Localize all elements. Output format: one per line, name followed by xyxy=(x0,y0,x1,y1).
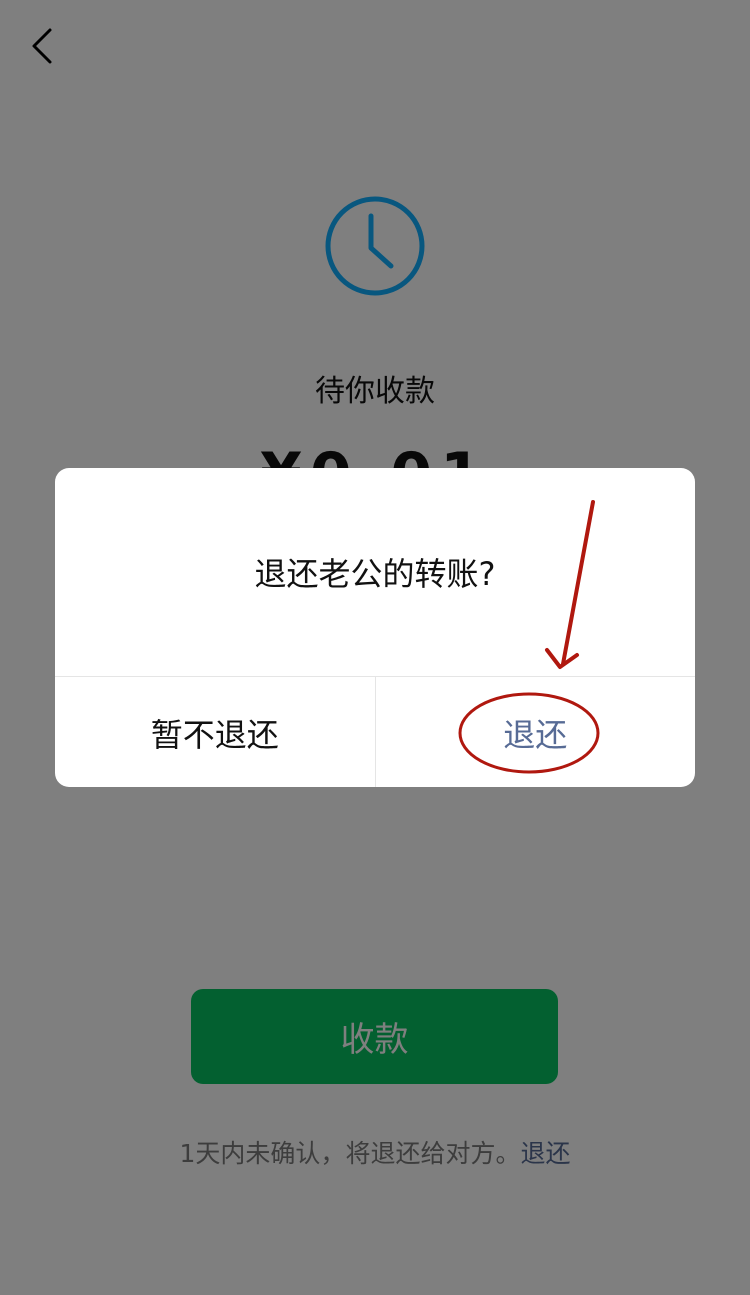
dialog-title: 退还老公的转账? xyxy=(254,555,496,593)
return-transfer-dialog: 退还老公的转账? 暂不退还 退还 xyxy=(55,468,695,787)
dialog-actions: 暂不退还 退还 xyxy=(55,676,695,787)
return-button[interactable]: 退还 xyxy=(376,677,696,787)
dont-return-button[interactable]: 暂不退还 xyxy=(55,677,376,787)
